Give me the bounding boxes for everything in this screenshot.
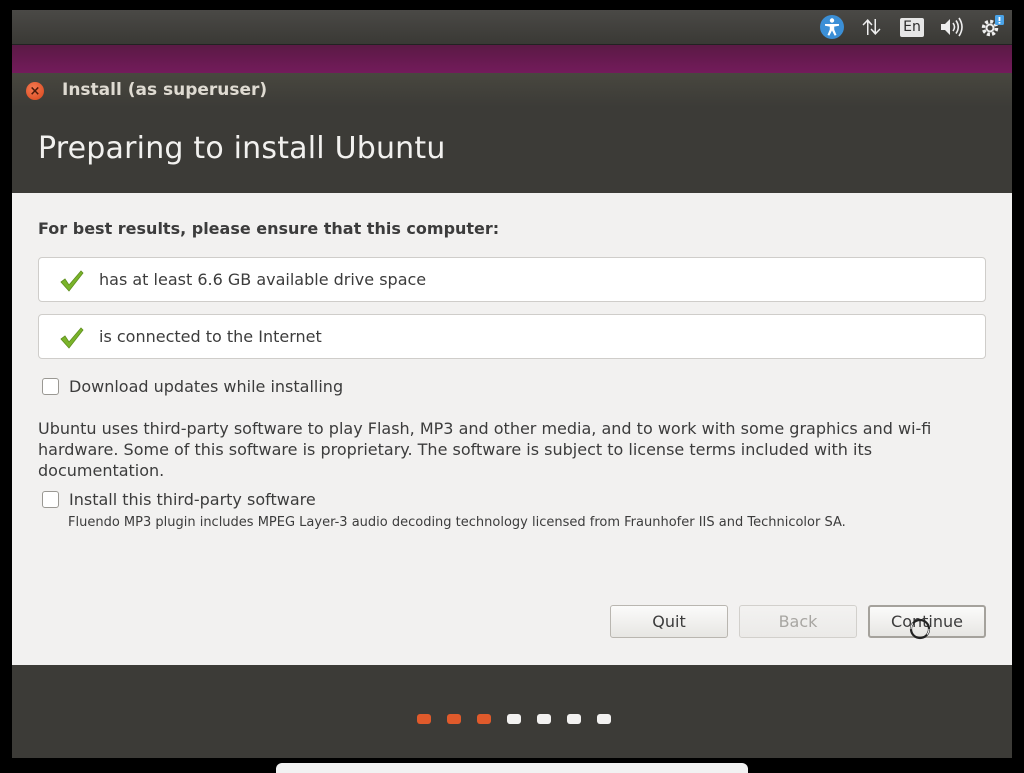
progress-dot — [417, 714, 431, 724]
quit-button[interactable]: Quit — [610, 605, 728, 638]
progress-dot — [597, 714, 611, 724]
requirement-row: is connected to the Internet — [38, 314, 986, 359]
third-party-checkbox[interactable] — [42, 491, 59, 508]
third-party-description: Ubuntu uses third-party software to play… — [38, 419, 932, 480]
progress-dot — [507, 714, 521, 724]
back-button[interactable]: Back — [739, 605, 857, 638]
indicator-area: En — [812, 10, 1012, 44]
download-updates-checkbox[interactable] — [42, 378, 59, 395]
desktop-background — [12, 45, 1012, 73]
third-party-label[interactable]: Install this third-party software — [69, 490, 316, 509]
footer — [12, 665, 1012, 758]
requirement-row: has at least 6.6 GB available drive spac… — [38, 257, 986, 302]
progress-dot — [477, 714, 491, 724]
page-header: Preparing to install Ubuntu — [12, 107, 1012, 193]
page-title: Preparing to install Ubuntu — [38, 131, 446, 166]
window-titlebar[interactable]: × Install (as superuser) — [12, 73, 1012, 107]
network-icon[interactable] — [852, 10, 892, 44]
installer-window: × Install (as superuser) Preparing to in… — [12, 73, 1012, 758]
keyboard-layout-icon[interactable]: En — [892, 10, 932, 44]
accessibility-icon[interactable] — [812, 10, 852, 44]
third-party-option[interactable]: Install this third-party software — [42, 490, 316, 509]
checkmark-icon — [60, 270, 84, 292]
download-updates-option[interactable]: Download updates while installing — [42, 377, 343, 396]
system-gear-icon[interactable] — [972, 10, 1012, 44]
keyboard-layout-label: En — [900, 17, 924, 37]
close-icon[interactable]: × — [26, 82, 44, 100]
mp3-license-note: Fluendo MP3 plugin includes MPEG Layer-3… — [68, 515, 846, 530]
requirement-label: is connected to the Internet — [99, 327, 322, 346]
screen: En × Install (as superuser) Preparing to… — [12, 10, 1012, 758]
checkmark-icon — [60, 327, 84, 349]
progress-dot — [537, 714, 551, 724]
progress-dot — [567, 714, 581, 724]
top-panel: En — [12, 10, 1012, 45]
sound-icon[interactable] — [932, 10, 972, 44]
window-title: Install (as superuser) — [62, 80, 268, 100]
busy-cursor-icon — [909, 618, 931, 640]
bottom-edge — [276, 763, 748, 773]
progress-dot — [447, 714, 461, 724]
download-updates-label[interactable]: Download updates while installing — [69, 377, 343, 396]
requirement-label: has at least 6.6 GB available drive spac… — [99, 270, 427, 289]
progress-indicator — [417, 714, 611, 724]
content-panel: For best results, please ensure that thi… — [12, 193, 1012, 665]
requirements-heading: For best results, please ensure that thi… — [38, 219, 500, 238]
